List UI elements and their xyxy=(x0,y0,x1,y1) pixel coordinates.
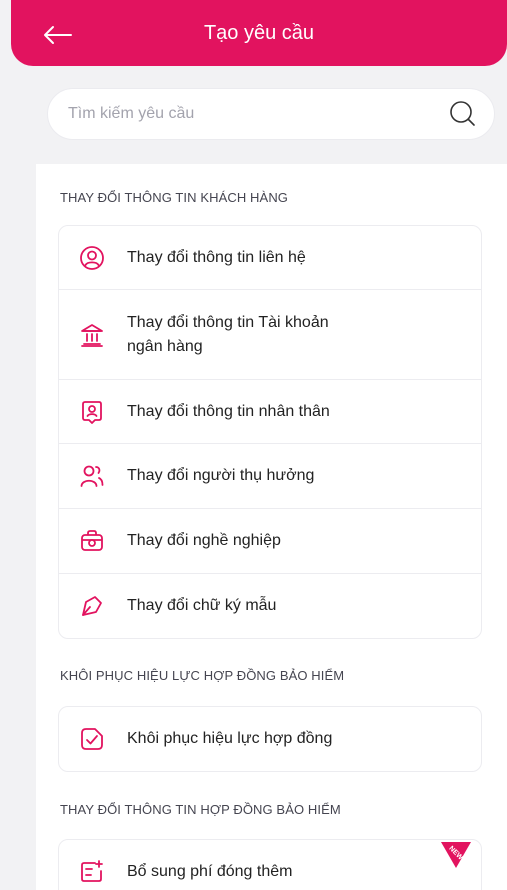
briefcase-icon xyxy=(81,530,103,551)
item-label: Thay đổi thông tin liên hệ xyxy=(127,248,306,266)
customer-info-card: Thay đổi thông tin liên hệ Thay đổi thôn… xyxy=(58,225,482,639)
search-input[interactable] xyxy=(68,105,448,123)
item-add-extra-fee[interactable]: Bổ sung phí đóng thêm NEW xyxy=(59,840,481,890)
add-fee-icon xyxy=(81,860,103,882)
item-change-occupation[interactable]: Thay đổi nghề nghiệp xyxy=(59,509,481,574)
section-title-contract-info: THAY ĐỔI THÔNG TIN HỢP ĐỒNG BẢO HIỂM xyxy=(60,802,341,817)
section-title-restore-contract: KHÔI PHỤC HIỆU LỰC HỢP ĐỒNG BẢO HIỂM xyxy=(60,668,345,683)
request-list-panel: THAY ĐỔI THÔNG TIN KHÁCH HÀNG Thay đổi t… xyxy=(36,164,507,890)
item-label: Thay đổi thông tin nhân thân xyxy=(127,402,330,420)
item-change-bank-account[interactable]: Thay đổi thông tin Tài khoản ngân hàng xyxy=(59,290,481,380)
item-change-personal-info[interactable]: Thay đổi thông tin nhân thân xyxy=(59,380,481,444)
item-change-sample-signature[interactable]: Thay đổi chữ ký mẫu xyxy=(59,574,481,638)
item-label: Thay đổi nghề nghiệp xyxy=(127,532,281,549)
item-restore-contract[interactable]: Khôi phục hiệu lực hợp đồng xyxy=(59,707,481,771)
item-label: Thay đổi chữ ký mẫu xyxy=(127,597,277,614)
document-check-icon xyxy=(81,728,103,750)
section-title-customer-info: THAY ĐỔI THÔNG TIN KHÁCH HÀNG xyxy=(60,190,289,205)
user-circle-icon xyxy=(80,245,104,270)
item-label: Bổ sung phí đóng thêm xyxy=(127,863,293,880)
new-badge: NEW xyxy=(441,842,471,868)
page-title: Tạo yêu cầu xyxy=(203,21,315,44)
item-label: Thay đổi thông tin Tài khoản ngân hàng xyxy=(127,313,329,355)
bank-icon xyxy=(81,323,103,347)
app-header: Tạo yêu cầu xyxy=(11,0,507,66)
restore-contract-card: Khôi phục hiệu lực hợp đồng xyxy=(58,706,482,772)
contract-info-card: Bổ sung phí đóng thêm NEW xyxy=(58,839,482,890)
search-icon[interactable] xyxy=(448,99,478,129)
users-icon xyxy=(80,465,104,487)
signature-icon xyxy=(82,596,102,616)
arrow-left-icon xyxy=(44,26,72,44)
search-bar xyxy=(47,88,495,140)
back-button[interactable] xyxy=(39,20,79,50)
id-badge-icon xyxy=(82,400,102,424)
item-change-beneficiary[interactable]: Thay đổi người thụ hưởng xyxy=(59,444,481,509)
item-change-contact-info[interactable]: Thay đổi thông tin liên hệ xyxy=(59,226,481,290)
item-label: Thay đổi người thụ hưởng xyxy=(127,467,315,484)
item-label: Khôi phục hiệu lực hợp đồng xyxy=(127,730,333,747)
